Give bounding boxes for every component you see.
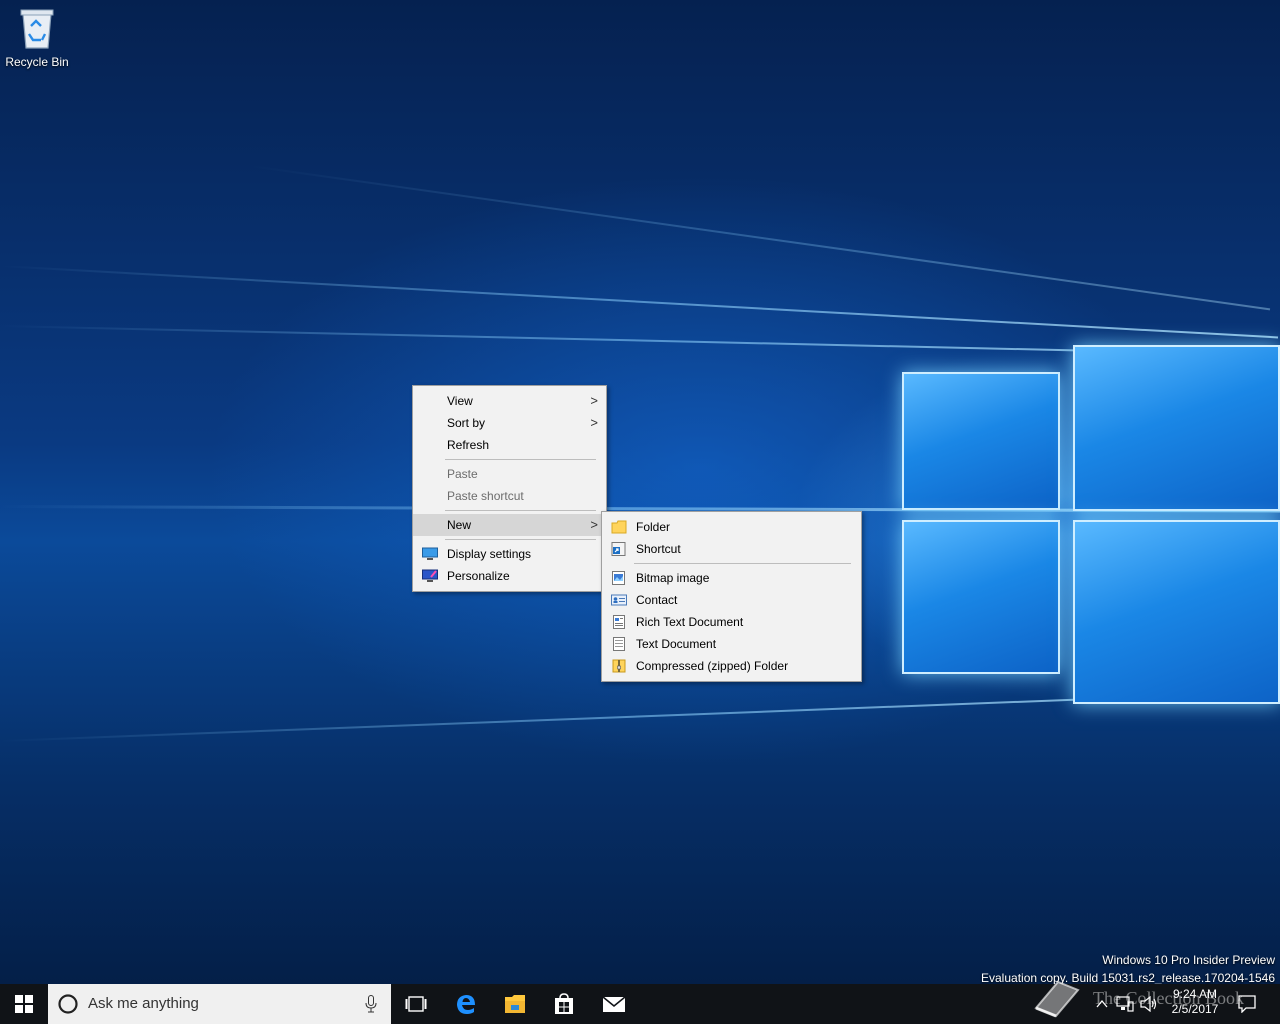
start-button[interactable]: [0, 984, 48, 1024]
microphone-icon[interactable]: [365, 995, 377, 1013]
taskbar: Ask me anything: [0, 984, 1280, 1024]
cortana-search-box[interactable]: Ask me anything: [48, 984, 391, 1024]
cortana-icon: [58, 994, 78, 1014]
menu-item-label: Shortcut: [636, 542, 681, 556]
shortcut-icon: [611, 542, 626, 556]
book-logo-icon: [1034, 980, 1080, 1018]
new-submenu: Folder Shortcut Bitmap image Contact Ric…: [601, 511, 862, 682]
submenu-item-folder[interactable]: Folder: [602, 516, 861, 538]
menu-item-display-settings[interactable]: Display settings: [413, 543, 606, 565]
menu-item-paste[interactable]: Paste: [413, 463, 606, 485]
submenu-item-shortcut[interactable]: Shortcut: [602, 538, 861, 560]
mail-taskbar-button[interactable]: [590, 984, 638, 1024]
menu-item-label: Paste shortcut: [447, 489, 524, 503]
menu-item-personalize[interactable]: Personalize: [413, 565, 606, 587]
store-icon: [555, 993, 573, 1014]
menu-separator: [445, 539, 596, 540]
menu-item-paste-shortcut[interactable]: Paste shortcut: [413, 485, 606, 507]
edge-browser-icon: [457, 995, 475, 1014]
edge-taskbar-button[interactable]: [443, 984, 489, 1024]
chevron-right-icon: >: [590, 393, 598, 408]
menu-item-label: Sort by: [447, 416, 486, 430]
menu-item-sort-by[interactable]: Sort by >: [413, 412, 606, 434]
recycle-bin-icon: [20, 9, 54, 49]
submenu-item-compressed-folder[interactable]: Compressed (zipped) Folder: [602, 655, 861, 677]
menu-separator: [445, 459, 596, 460]
desktop-icon-label: Recycle Bin: [5, 55, 69, 69]
store-taskbar-button[interactable]: [541, 984, 587, 1024]
zip-folder-icon: [612, 659, 626, 673]
search-placeholder: Ask me anything: [88, 995, 199, 1012]
menu-item-refresh[interactable]: Refresh: [413, 434, 606, 456]
file-explorer-taskbar-button[interactable]: [492, 984, 538, 1024]
submenu-item-rich-text-document[interactable]: Rich Text Document: [602, 611, 861, 633]
desktop[interactable]: Recycle Bin: [0, 0, 1280, 984]
submenu-item-bitmap-image[interactable]: Bitmap image: [602, 567, 861, 589]
logo-pane-bottom-right: [1073, 520, 1280, 704]
file-explorer-icon: [505, 995, 525, 1013]
menu-item-label: Display settings: [447, 547, 532, 561]
menu-item-view[interactable]: View >: [413, 390, 606, 412]
folder-icon: [611, 520, 627, 534]
menu-separator: [634, 563, 851, 564]
text-document-icon: [613, 637, 625, 651]
desktop-icon-recycle-bin[interactable]: Recycle Bin: [4, 6, 70, 69]
task-view-icon: [405, 996, 427, 1012]
menu-item-label: View: [447, 394, 473, 408]
menu-item-label: Paste: [447, 467, 478, 481]
windows-logo-icon: [15, 995, 33, 1013]
logo-pane-bottom-left: [902, 520, 1060, 674]
bitmap-image-icon: [612, 571, 625, 585]
display-settings-icon: [422, 547, 438, 560]
logo-pane-top-right: [1073, 345, 1280, 511]
rich-text-document-icon: [613, 615, 625, 629]
menu-item-label: Rich Text Document: [636, 615, 744, 629]
task-view-button[interactable]: [393, 984, 439, 1024]
menu-item-new[interactable]: New >: [413, 514, 606, 536]
menu-item-label: Bitmap image: [636, 571, 710, 585]
mail-icon: [602, 996, 626, 1012]
brand-watermark-text: The Collection Book: [1093, 988, 1244, 1008]
submenu-item-contact[interactable]: Contact: [602, 589, 861, 611]
evaluation-watermark: Windows 10 Pro Insider Preview Evaluatio…: [981, 951, 1275, 987]
menu-item-label: Refresh: [447, 438, 490, 452]
wallpaper-beam: [0, 265, 1279, 339]
menu-item-label: Folder: [636, 520, 671, 534]
menu-item-label: Text Document: [636, 637, 717, 651]
chevron-right-icon: >: [590, 517, 598, 532]
menu-item-label: Personalize: [447, 569, 510, 583]
watermark-edition: Windows 10 Pro Insider Preview: [1102, 953, 1275, 967]
menu-separator: [445, 510, 596, 511]
submenu-item-text-document[interactable]: Text Document: [602, 633, 861, 655]
menu-item-label: Compressed (zipped) Folder: [636, 659, 789, 673]
chevron-right-icon: >: [590, 415, 598, 430]
menu-item-label: Contact: [636, 593, 678, 607]
menu-item-label: New: [447, 518, 472, 532]
personalize-icon: [422, 569, 438, 582]
contact-icon: [611, 594, 627, 606]
logo-pane-top-left: [902, 372, 1060, 510]
desktop-context-menu: View > Sort by > Refresh Paste Paste sho…: [412, 385, 607, 592]
